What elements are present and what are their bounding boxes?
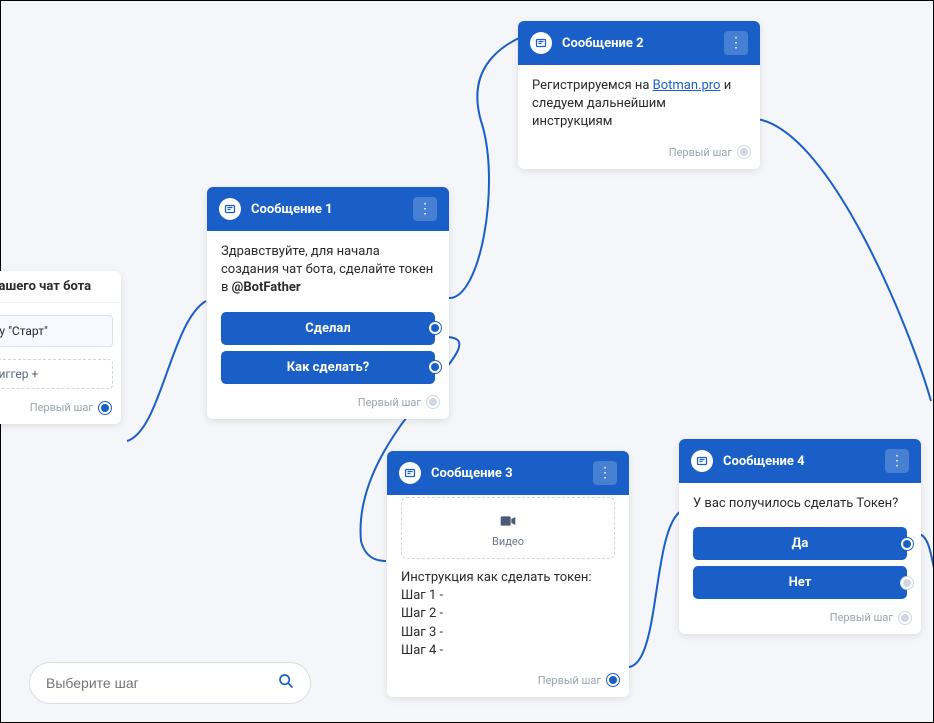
flow-canvas[interactable]: а вашего чат бота пку "Старт" триггер + … <box>1 1 933 722</box>
footer-label: Первый шаг <box>30 401 93 414</box>
node-message-4[interactable]: Сообщение 4 ⋮ У вас получилось сделать Т… <box>679 439 921 634</box>
output-port[interactable] <box>901 538 913 550</box>
output-port[interactable] <box>738 146 750 158</box>
node-body: Здравствуйте, для начала создания чат бо… <box>207 231 449 306</box>
step-search[interactable] <box>29 662 311 704</box>
node-message-1[interactable]: Сообщение 1 ⋮ Здравствуйте, для начала с… <box>207 187 449 419</box>
footer-label: Первый шаг <box>538 674 601 687</box>
message-icon <box>530 32 552 54</box>
message-icon <box>399 462 421 484</box>
node-body: У вас получилось сделать Токен? <box>679 483 921 521</box>
footer-label: Первый шаг <box>669 146 732 159</box>
video-icon <box>408 512 608 531</box>
option-button-how[interactable]: Как сделать? <box>221 351 435 384</box>
node-header[interactable]: Сообщение 3 ⋮ <box>387 451 629 495</box>
search-icon <box>278 673 294 693</box>
node-title: Сообщение 4 <box>723 454 875 469</box>
output-port[interactable] <box>899 612 911 624</box>
node-header[interactable]: Сообщение 2 ⋮ <box>518 21 760 65</box>
node-menu-button[interactable]: ⋮ <box>593 461 617 485</box>
node-title: Сообщение 2 <box>562 36 714 51</box>
option-button-yes[interactable]: Да <box>693 527 907 560</box>
link-botman[interactable]: Botman.pro <box>653 78 721 93</box>
node-body: Регистрируемся на Botman.pro и следуем д… <box>518 65 760 140</box>
output-port[interactable] <box>427 396 439 408</box>
add-trigger-button[interactable]: триггер + <box>0 359 113 389</box>
option-button-no[interactable]: Нет <box>693 566 907 599</box>
message-icon <box>691 450 713 472</box>
node-header[interactable]: Сообщение 1 ⋮ <box>207 187 449 231</box>
output-port[interactable] <box>901 577 913 589</box>
node-header[interactable]: Сообщение 4 ⋮ <box>679 439 921 483</box>
video-placeholder[interactable]: Видео <box>401 497 615 559</box>
search-input[interactable] <box>46 675 278 691</box>
node-message-2[interactable]: Сообщение 2 ⋮ Регистрируемся на Botman.p… <box>518 21 760 169</box>
message-icon <box>219 198 241 220</box>
output-port[interactable] <box>429 361 441 373</box>
node-title: Сообщение 1 <box>251 202 403 217</box>
trigger-node-title: а вашего чат бота <box>0 271 121 303</box>
footer-label: Первый шаг <box>830 611 893 624</box>
footer-label: Первый шаг <box>358 396 421 409</box>
node-menu-button[interactable]: ⋮ <box>724 31 748 55</box>
output-port[interactable] <box>429 322 441 334</box>
video-label: Видео <box>492 535 524 548</box>
output-port[interactable] <box>99 402 111 414</box>
trigger-node[interactable]: а вашего чат бота пку "Старт" триггер + … <box>0 271 121 424</box>
node-menu-button[interactable]: ⋮ <box>885 449 909 473</box>
node-message-3[interactable]: Сообщение 3 ⋮ Видео Инструкция как сдела… <box>387 451 629 697</box>
node-title: Сообщение 3 <box>431 466 583 481</box>
trigger-start-button[interactable]: пку "Старт" <box>0 315 113 347</box>
option-button-done[interactable]: Сделал <box>221 312 435 345</box>
node-body: Инструкция как сделать токен: Шаг 1 - Ша… <box>387 569 629 668</box>
output-port[interactable] <box>607 674 619 686</box>
node-menu-button[interactable]: ⋮ <box>413 197 437 221</box>
